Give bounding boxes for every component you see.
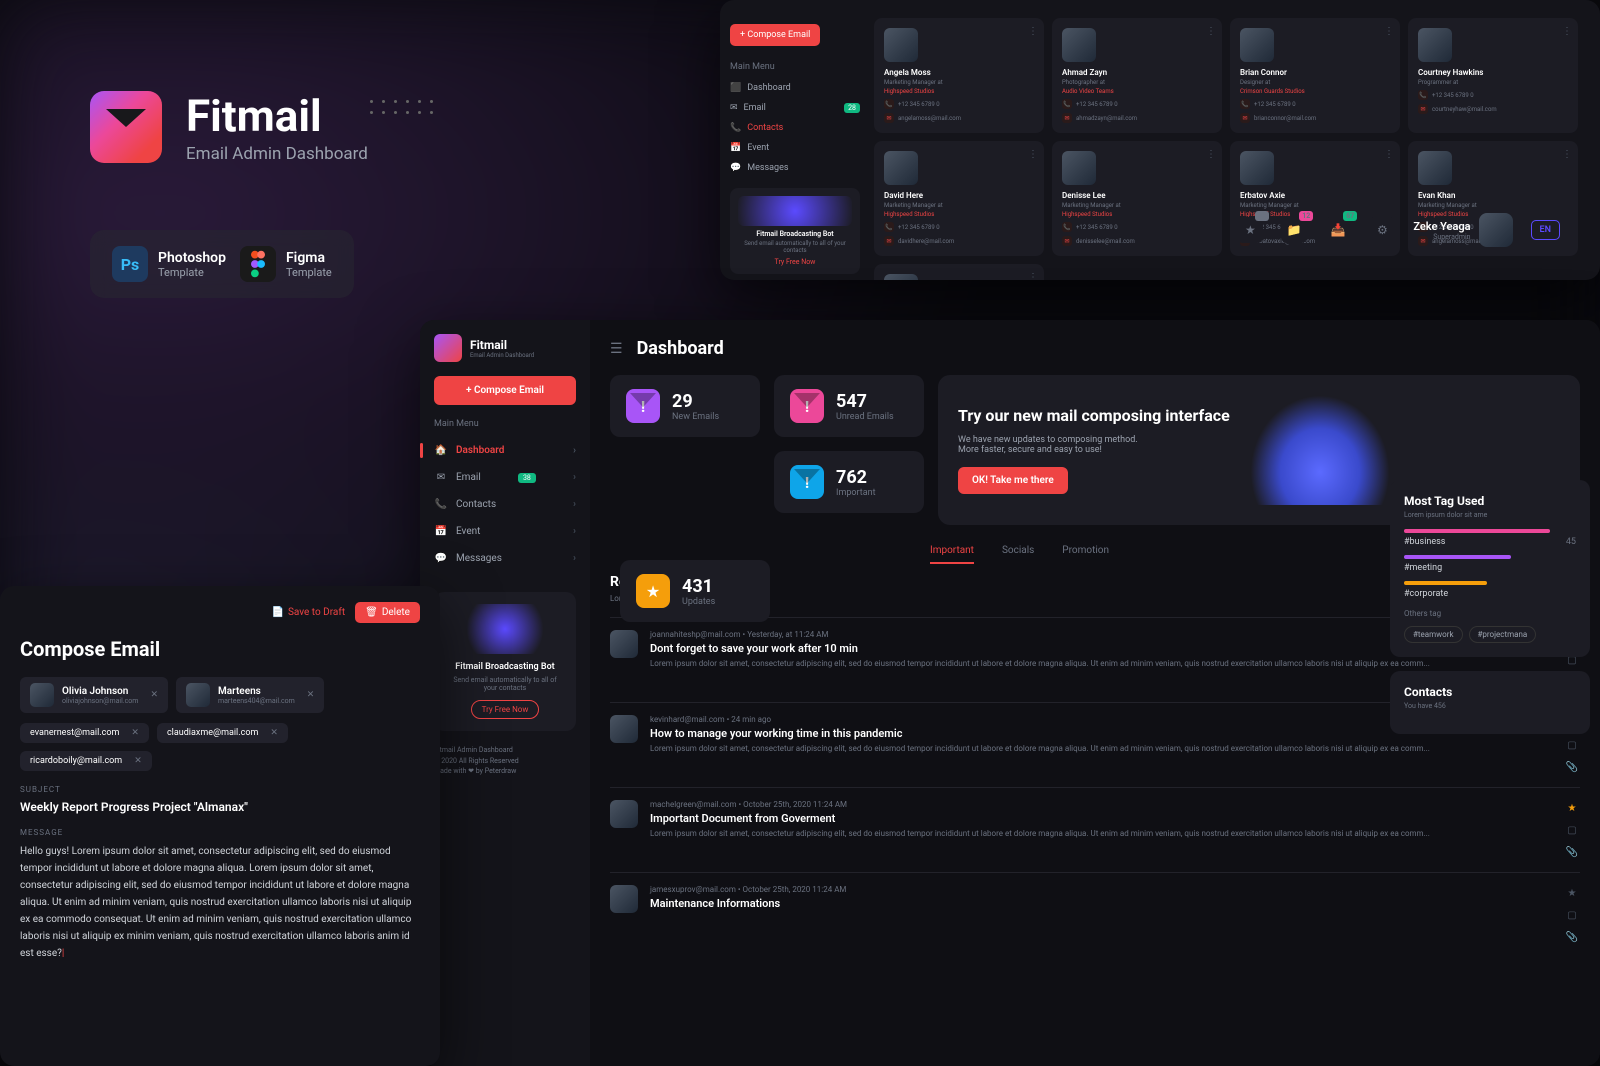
contact-card[interactable]: ⋮Fanny HumbleMarketing Manager atHighspe… — [874, 264, 1044, 280]
save-draft-button[interactable]: 📄 Save to Draft — [271, 602, 345, 623]
tag-bar: #corporate — [1404, 581, 1576, 599]
nav-item-dashboard[interactable]: 🏠Dashboard› — [434, 437, 576, 464]
nav-item-event[interactable]: 📅Event› — [434, 518, 576, 545]
nav-item-contacts[interactable]: 📞Contacts› — [434, 491, 576, 518]
remove-icon: ✕ — [150, 690, 158, 700]
recipient-chip[interactable]: ricardoboily@mail.com✕ — [20, 751, 152, 771]
stat-new-emails[interactable]: !29New Emails — [610, 375, 760, 437]
attachment-icon: 📎 — [1564, 929, 1580, 945]
tools-row: Ps PhotoshopTemplate FigmaTemplate — [90, 230, 354, 298]
remove-icon: ✕ — [270, 728, 278, 738]
archive-icon: ▢ — [1564, 907, 1580, 923]
figma-icon — [240, 246, 276, 282]
tag-bar: #meeting — [1404, 555, 1576, 573]
tool-photoshop[interactable]: Ps PhotoshopTemplate — [112, 246, 226, 282]
star-icon: ★ — [1564, 800, 1580, 816]
email-row[interactable]: machelgreen@mail.com • October 25th, 202… — [610, 787, 1580, 872]
hero-subtitle: Email Admin Dashboard — [186, 144, 368, 164]
hamburger-icon[interactable]: ☰ — [610, 341, 623, 357]
promo-card: Fitmail Broadcasting Bot Send email auto… — [434, 592, 576, 731]
tab-socials[interactable]: Socials — [1002, 545, 1034, 564]
hero-cta-button[interactable]: OK! Take me there — [958, 467, 1068, 494]
compose-button[interactable]: + Compose Email — [730, 24, 820, 46]
most-tag-widget: Most Tag Used Lorem ipsum dolor sit ame … — [1390, 480, 1590, 657]
contact-card[interactable]: ⋮Brian ConnorDesigner atCrimson Guards S… — [1230, 18, 1400, 133]
user-menu[interactable]: Zeke YeagaSuperadmin — [1413, 213, 1512, 247]
delete-button[interactable]: 🗑 Delete — [355, 602, 420, 623]
try-free-now-button[interactable]: Try Free Now — [471, 700, 540, 719]
promo-card: Fitmail Broadcasting Bot Send email auto… — [730, 188, 860, 274]
logo-icon — [434, 334, 462, 362]
stat-unread-emails[interactable]: !547Unread Emails — [774, 375, 924, 437]
tool-figma[interactable]: FigmaTemplate — [240, 246, 332, 282]
recipient-chip[interactable]: evanernest@mail.com✕ — [20, 723, 149, 743]
recipient-chip[interactable]: Marteensmarteens404@mail.com✕ — [176, 677, 324, 713]
sidebar-item-dashboard[interactable]: ⬛Dashboard — [730, 78, 860, 98]
contact-card[interactable]: ⋮Angela MossMarketing Manager atHighspee… — [874, 18, 1044, 133]
email-row[interactable]: jamesxuprov@mail.com • October 25th, 202… — [610, 872, 1580, 957]
sidebar-item-contacts[interactable]: 📞Contacts — [730, 118, 860, 138]
tag-bar: #business45 — [1404, 529, 1576, 547]
menu-label: Main Menu — [730, 62, 860, 72]
remove-icon: ✕ — [131, 728, 139, 738]
compose-panel: 📄 Save to Draft 🗑 Delete Compose Email O… — [0, 586, 440, 1066]
starred-button[interactable]: ★38 — [1237, 217, 1263, 243]
compose-title: Compose Email — [20, 637, 420, 661]
recipient-chip[interactable]: claudiaxme@mail.com✕ — [157, 723, 288, 743]
sidebar-item-event[interactable]: 📅Event — [730, 138, 860, 158]
page-title: Dashboard — [637, 338, 724, 359]
tab-promotion[interactable]: Promotion — [1062, 545, 1109, 564]
contact-card[interactable]: ⋮Courtney HawkinsProgrammer at📞+12 345 6… — [1408, 18, 1578, 133]
avatar — [1479, 213, 1513, 247]
tag-chip[interactable]: #projectmana — [1469, 626, 1537, 643]
try-free-button[interactable]: Try Free Now — [738, 258, 852, 266]
contact-card[interactable]: ⋮Ahmad ZaynPhotographer atAudio Video Te… — [1052, 18, 1222, 133]
recipient-chip[interactable]: Olivia Johnsonoliviajohnson@mail.com✕ — [20, 677, 168, 713]
folder-button[interactable]: 📁12 — [1281, 217, 1307, 243]
rocket-illustration — [1250, 395, 1390, 505]
message-textarea[interactable]: Hello guys! Lorem ipsum dolor sit amet, … — [20, 843, 420, 962]
language-button[interactable]: EN — [1531, 220, 1560, 240]
subject-input[interactable]: Weekly Report Progress Project "Almanax" — [20, 800, 420, 814]
logo — [90, 91, 162, 163]
contacts-widget: Contacts You have 456 — [1390, 671, 1590, 734]
tag-chip[interactable]: #teamwork — [1404, 626, 1463, 643]
inbox-button[interactable]: 📥67 — [1325, 217, 1351, 243]
topbar: ★38 📁12 📥67 ⚙ Zeke YeagaSuperadmin EN — [980, 200, 1580, 260]
star-icon: ★ — [1564, 885, 1580, 901]
stat-updates[interactable]: ★431Updates — [620, 560, 770, 622]
remove-icon: ✕ — [134, 756, 142, 766]
hero-title: Fitmail — [186, 90, 368, 142]
attachment-icon: 📎 — [1564, 759, 1580, 775]
nav-item-email[interactable]: ✉Email38› — [434, 464, 576, 491]
sidebar-item-email[interactable]: ✉Email28 — [730, 98, 860, 118]
remove-icon: ✕ — [307, 690, 315, 700]
settings-button[interactable]: ⚙ — [1369, 217, 1395, 243]
brand: FitmailEmail Admin Dashboard — [434, 334, 576, 362]
photoshop-icon: Ps — [112, 246, 148, 282]
stat-important[interactable]: !762Important — [774, 451, 924, 513]
tab-important[interactable]: Important — [930, 545, 974, 564]
sidebar-item-messages[interactable]: 💬Messages — [730, 158, 860, 178]
nav-item-messages[interactable]: 💬Messages› — [434, 545, 576, 572]
archive-icon: ▢ — [1564, 822, 1580, 838]
compose-email-button[interactable]: + Compose Email — [434, 376, 576, 405]
attachment-icon: 📎 — [1564, 844, 1580, 860]
